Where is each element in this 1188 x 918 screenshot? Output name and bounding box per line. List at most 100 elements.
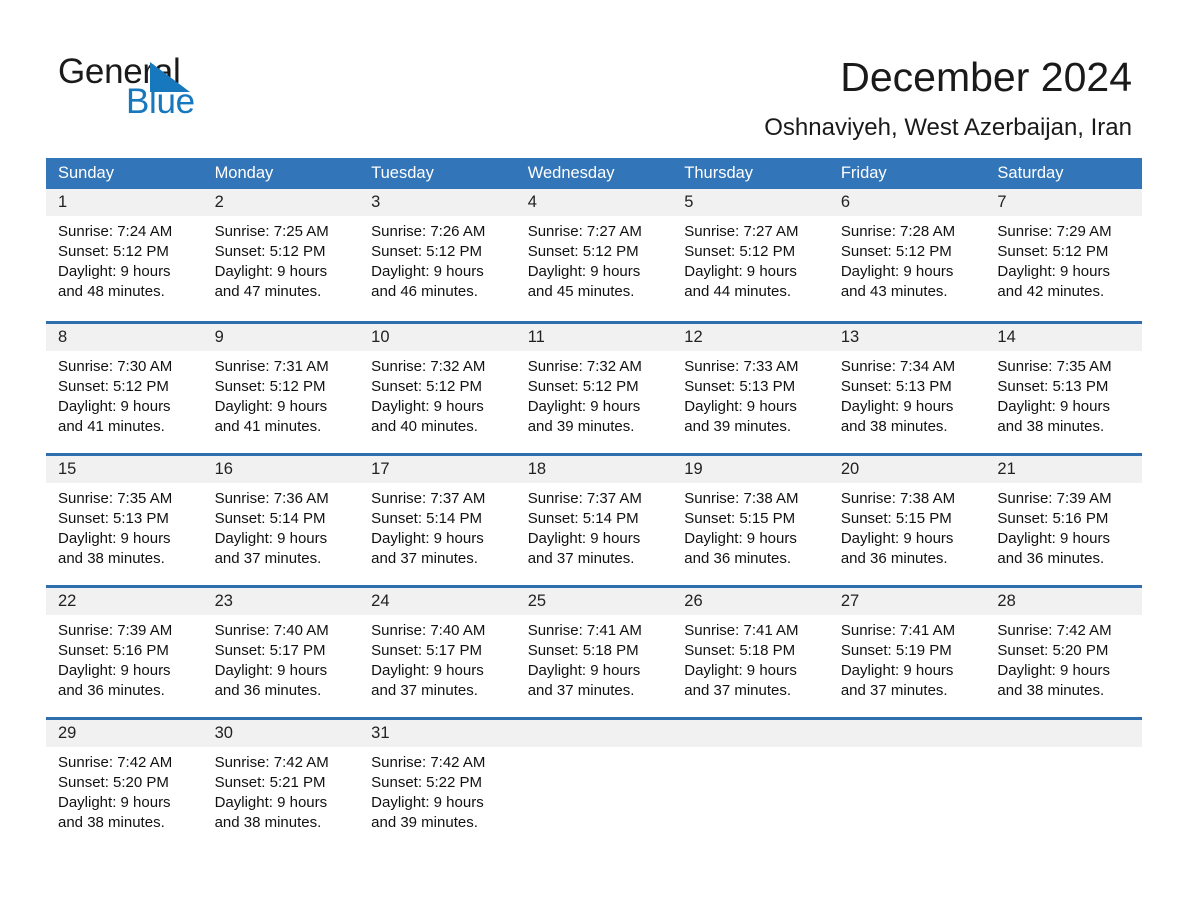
calendar-day-cell[interactable]: 21 Sunrise: 7:39 AM Sunset: 5:16 PM Dayligh… bbox=[985, 456, 1142, 585]
day-details: Sunrise: 7:27 AM Sunset: 5:12 PM Daylight:… bbox=[684, 222, 817, 302]
page-header: General Blue December 2024 Oshnaviyeh, W… bbox=[0, 0, 1188, 158]
calendar-day-cell[interactable]: 31 Sunrise: 7:42 AM Sunset: 5:22 PM Dayligh… bbox=[359, 720, 516, 849]
daylight-text-line1: Daylight: 9 hours bbox=[997, 662, 1110, 679]
daylight-text-line2: and 47 minutes. bbox=[214, 283, 322, 300]
daylight-text-line1: Daylight: 9 hours bbox=[214, 794, 328, 811]
sunset-text: Sunset: 5:16 PM bbox=[997, 510, 1109, 527]
day-details: Sunrise: 7:27 AM Sunset: 5:12 PM Daylight:… bbox=[528, 222, 661, 302]
day-details: Sunrise: 7:40 AM Sunset: 5:17 PM Daylight:… bbox=[371, 621, 504, 701]
calendar-day-cell[interactable]: 29 Sunrise: 7:42 AM Sunset: 5:20 PM Dayligh… bbox=[46, 720, 203, 849]
day-details: Sunrise: 7:42 AM Sunset: 5:20 PM Daylight:… bbox=[997, 621, 1130, 701]
calendar-page: General Blue December 2024 Oshnaviyeh, W… bbox=[0, 0, 1188, 918]
sunrise-text: Sunrise: 7:40 AM bbox=[214, 622, 329, 639]
sunrise-text: Sunrise: 7:35 AM bbox=[997, 358, 1112, 375]
day-number: 6 bbox=[840, 193, 851, 211]
calendar-day-cell[interactable]: 20 Sunrise: 7:38 AM Sunset: 5:15 PM Dayligh… bbox=[828, 456, 986, 585]
day-number: 16 bbox=[214, 460, 233, 478]
daylight-text-line2: and 36 minutes. bbox=[214, 682, 322, 699]
daylight-text-line2: and 37 minutes. bbox=[371, 550, 478, 567]
daylight-text-line1: Daylight: 9 hours bbox=[840, 662, 954, 679]
sunset-text: Sunset: 5:19 PM bbox=[840, 642, 952, 659]
daylight-text-line2: and 38 minutes. bbox=[58, 814, 165, 831]
daylight-text-line2: and 39 minutes. bbox=[527, 418, 635, 435]
day-number: 4 bbox=[527, 193, 537, 211]
weekday-header-sunday: Sunday bbox=[58, 164, 114, 182]
calendar-day-cell[interactable] bbox=[828, 720, 986, 849]
sunrise-text: Sunrise: 7:38 AM bbox=[684, 490, 799, 507]
calendar-day-cell[interactable]: 25 Sunrise: 7:41 AM Sunset: 5:18 PM Dayligh… bbox=[515, 588, 673, 717]
daylight-text-line2: and 45 minutes. bbox=[527, 283, 635, 300]
day-number: 5 bbox=[684, 193, 694, 211]
daylight-text-line1: Daylight: 9 hours bbox=[997, 398, 1110, 415]
calendar-day-cell[interactable]: 4 Sunrise: 7:27 AM Sunset: 5:12 PM Daylight… bbox=[515, 189, 673, 321]
sunrise-text: Sunrise: 7:35 AM bbox=[58, 490, 173, 507]
day-number: 18 bbox=[527, 460, 547, 478]
sunset-text: Sunset: 5:13 PM bbox=[840, 378, 952, 395]
calendar-day-cell[interactable]: 10 Sunrise: 7:32 AM Sunset: 5:12 PM Dayligh… bbox=[359, 324, 516, 453]
calendar-day-cell[interactable]: 27 Sunrise: 7:41 AM Sunset: 5:19 PM Dayligh… bbox=[828, 588, 986, 717]
day-details: Sunrise: 7:28 AM Sunset: 5:12 PM Daylight:… bbox=[841, 222, 974, 302]
daylight-text-line2: and 41 minutes. bbox=[214, 418, 322, 435]
calendar-day-cell[interactable] bbox=[515, 720, 673, 849]
daylight-text-line1: Daylight: 9 hours bbox=[840, 530, 954, 547]
calendar-day-cell[interactable]: 9 Sunrise: 7:31 AM Sunset: 5:12 PM Daylight… bbox=[202, 324, 360, 453]
daylight-text-line1: Daylight: 9 hours bbox=[371, 263, 484, 280]
day-details: Sunrise: 7:38 AM Sunset: 5:15 PM Daylight:… bbox=[684, 489, 817, 569]
calendar-day-cell[interactable]: 2 Sunrise: 7:25 AM Sunset: 5:12 PM Daylight… bbox=[202, 189, 360, 321]
calendar-day-cell[interactable]: 16 Sunrise: 7:36 AM Sunset: 5:14 PM Dayligh… bbox=[202, 456, 360, 585]
calendar-week-cells: 8 Sunrise: 7:30 AM Sunset: 5:12 PM Daylight… bbox=[46, 324, 1142, 453]
day-number: 19 bbox=[684, 460, 703, 478]
calendar-day-cell[interactable]: 19 Sunrise: 7:38 AM Sunset: 5:15 PM Dayligh… bbox=[672, 456, 829, 585]
sunset-text: Sunset: 5:16 PM bbox=[58, 642, 169, 659]
calendar-day-cell[interactable]: 1 Sunrise: 7:24 AM Sunset: 5:12 PM Daylight… bbox=[46, 189, 203, 321]
sunrise-text: Sunrise: 7:41 AM bbox=[840, 622, 956, 639]
day-number: 13 bbox=[840, 328, 860, 346]
calendar-day-cell[interactable]: 22 Sunrise: 7:39 AM Sunset: 5:16 PM Dayligh… bbox=[46, 588, 203, 717]
calendar-day-cell[interactable]: 5 Sunrise: 7:27 AM Sunset: 5:12 PM Daylight… bbox=[672, 189, 829, 321]
calendar-day-cell[interactable] bbox=[985, 720, 1142, 849]
sunset-text: Sunset: 5:12 PM bbox=[684, 243, 796, 260]
daylight-text-line2: and 37 minutes. bbox=[371, 682, 478, 699]
calendar-day-cell[interactable]: 3 Sunrise: 7:26 AM Sunset: 5:12 PM Daylight… bbox=[359, 189, 516, 321]
day-details: Sunrise: 7:40 AM Sunset: 5:17 PM Daylight:… bbox=[215, 621, 348, 701]
calendar-day-cell[interactable] bbox=[672, 720, 829, 849]
weekday-header-monday: Monday bbox=[214, 164, 274, 182]
daylight-text-line1: Daylight: 9 hours bbox=[840, 398, 954, 415]
sunset-text: Sunset: 5:13 PM bbox=[997, 378, 1109, 395]
daylight-text-line2: and 37 minutes. bbox=[684, 682, 792, 699]
calendar-day-cell[interactable]: 18 Sunrise: 7:37 AM Sunset: 5:14 PM Dayligh… bbox=[515, 456, 673, 585]
weekday-header-row: Sunday Monday Tuesday Wednesday Thursday… bbox=[46, 158, 1142, 189]
calendar-day-cell[interactable]: 23 Sunrise: 7:40 AM Sunset: 5:17 PM Dayligh… bbox=[202, 588, 360, 717]
calendar-grid: Sunday Monday Tuesday Wednesday Thursday… bbox=[46, 158, 1142, 849]
calendar-day-cell[interactable]: 17 Sunrise: 7:37 AM Sunset: 5:14 PM Dayligh… bbox=[359, 456, 516, 585]
calendar-day-cell[interactable]: 28 Sunrise: 7:42 AM Sunset: 5:20 PM Dayligh… bbox=[985, 588, 1142, 717]
day-number: 21 bbox=[997, 460, 1016, 478]
day-details: Sunrise: 7:32 AM Sunset: 5:12 PM Daylight:… bbox=[528, 357, 661, 437]
daylight-text-line1: Daylight: 9 hours bbox=[997, 263, 1110, 280]
calendar-day-cell[interactable]: 15 Sunrise: 7:35 AM Sunset: 5:13 PM Dayligh… bbox=[46, 456, 203, 585]
calendar-day-cell[interactable]: 12 Sunrise: 7:33 AM Sunset: 5:13 PM Dayligh… bbox=[672, 324, 829, 453]
weekday-header-thursday: Thursday bbox=[684, 164, 754, 182]
calendar-day-cell[interactable]: 6 Sunrise: 7:28 AM Sunset: 5:12 PM Daylight… bbox=[828, 189, 986, 321]
day-number: 31 bbox=[371, 724, 390, 742]
day-details: Sunrise: 7:39 AM Sunset: 5:16 PM Daylight:… bbox=[997, 489, 1130, 569]
sunrise-text: Sunrise: 7:42 AM bbox=[58, 754, 173, 771]
sunset-text: Sunset: 5:12 PM bbox=[527, 243, 639, 260]
calendar-day-cell[interactable]: 30 Sunrise: 7:42 AM Sunset: 5:21 PM Dayligh… bbox=[202, 720, 360, 849]
day-number: 28 bbox=[997, 592, 1016, 610]
sunset-text: Sunset: 5:12 PM bbox=[997, 243, 1109, 260]
calendar-day-cell[interactable]: 8 Sunrise: 7:30 AM Sunset: 5:12 PM Daylight… bbox=[46, 324, 203, 453]
calendar-day-cell[interactable]: 11 Sunrise: 7:32 AM Sunset: 5:12 PM Dayligh… bbox=[515, 324, 673, 453]
day-details: Sunrise: 7:42 AM Sunset: 5:22 PM Daylight:… bbox=[371, 753, 504, 833]
weekday-header-tuesday: Tuesday bbox=[371, 164, 434, 182]
sunset-text: Sunset: 5:15 PM bbox=[840, 510, 952, 527]
day-details: Sunrise: 7:29 AM Sunset: 5:12 PM Daylight:… bbox=[997, 222, 1130, 302]
calendar-day-cell[interactable]: 24 Sunrise: 7:40 AM Sunset: 5:17 PM Dayligh… bbox=[359, 588, 516, 717]
calendar-day-cell[interactable]: 26 Sunrise: 7:41 AM Sunset: 5:18 PM Dayligh… bbox=[672, 588, 829, 717]
general-blue-logo[interactable]: General Blue bbox=[58, 52, 398, 124]
calendar-day-cell[interactable]: 13 Sunrise: 7:34 AM Sunset: 5:13 PM Dayligh… bbox=[828, 324, 986, 453]
calendar-day-cell[interactable]: 7 Sunrise: 7:29 AM Sunset: 5:12 PM Daylight… bbox=[985, 189, 1142, 321]
calendar-day-cell[interactable]: 14 Sunrise: 7:35 AM Sunset: 5:13 PM Dayligh… bbox=[985, 324, 1142, 453]
daylight-text-line2: and 37 minutes. bbox=[527, 682, 635, 699]
day-details: Sunrise: 7:32 AM Sunset: 5:12 PM Daylight:… bbox=[371, 357, 504, 437]
